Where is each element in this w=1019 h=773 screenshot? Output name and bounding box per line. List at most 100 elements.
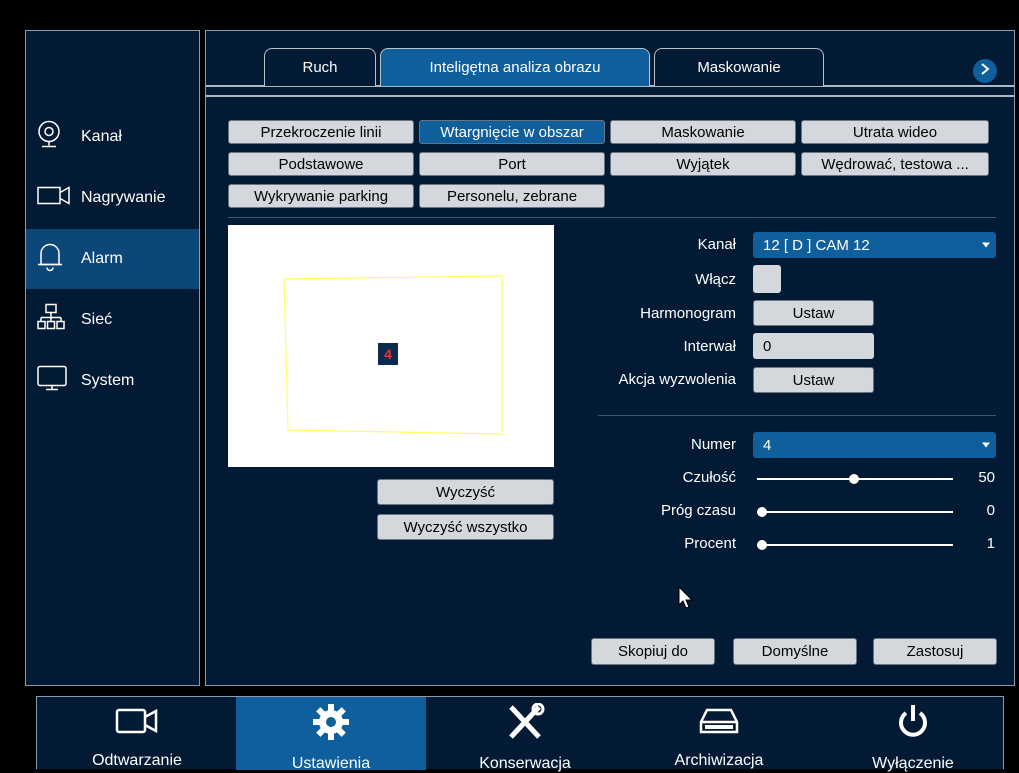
- scroll-right-button[interactable]: [973, 59, 997, 83]
- nav-wylaczenie[interactable]: Wyłączenie: [818, 697, 1008, 772]
- subtab-maskowanie[interactable]: Maskowanie: [610, 120, 796, 144]
- kanal-dropdown[interactable]: 12 [ D ] CAM 12: [753, 232, 996, 258]
- czulosc-label: Czułość: [682, 469, 736, 486]
- wlacz-label: Włącz: [695, 271, 736, 288]
- nav-ustawienia[interactable]: Ustawienia: [236, 697, 426, 772]
- clear-button[interactable]: Wyczyść: [377, 479, 554, 505]
- apply-button[interactable]: Zastosuj: [873, 638, 997, 665]
- gear-icon: [312, 703, 350, 741]
- chevron-down-icon: [982, 242, 990, 248]
- kanal-label: Kanał: [697, 236, 736, 253]
- subtab-label: Port: [498, 155, 526, 173]
- button-label: Wyczyść: [435, 483, 496, 501]
- harmonogram-label: Harmonogram: [640, 305, 736, 322]
- divider: [598, 415, 996, 416]
- tools-icon: [505, 703, 545, 741]
- subtab-label: Maskowanie: [661, 123, 745, 141]
- divider: [228, 217, 996, 218]
- nav-archiwizacja[interactable]: Archiwizacja: [624, 697, 814, 770]
- chevron-right-icon: [980, 62, 990, 80]
- akcja-set-button[interactable]: Ustaw: [753, 367, 874, 393]
- sidebar-item-label: Alarm: [81, 250, 123, 267]
- subtab-wykrywanie-parking[interactable]: Wykrywanie parking: [228, 184, 414, 208]
- zone-number-label: 4: [378, 343, 398, 365]
- sidebar-item-label: Sieć: [81, 311, 113, 328]
- subtab-label: Personelu, zebrane: [446, 187, 578, 205]
- subtab-label: Podstawowe: [278, 155, 364, 173]
- tab-maskowanie[interactable]: Maskowanie: [654, 48, 824, 86]
- button-label: Ustaw: [792, 304, 835, 322]
- slider-knob[interactable]: [757, 540, 767, 550]
- bell-icon: [37, 242, 63, 277]
- sidebar-item-label: Kanał: [81, 128, 122, 145]
- subtab-label: Utrata wideo: [852, 123, 938, 141]
- harmonogram-set-button[interactable]: Ustaw: [753, 300, 874, 326]
- procent-value: 1: [986, 535, 995, 552]
- tab-label: Ruch: [302, 59, 338, 76]
- tab-strip: [206, 85, 1014, 97]
- mouse-cursor-icon: [678, 585, 694, 615]
- czulosc-slider[interactable]: [757, 474, 953, 484]
- subtab-label: Wędrować, testowa ...: [821, 155, 969, 173]
- sidebar-item-label: System: [81, 372, 135, 389]
- subtab-wedrowac[interactable]: Wędrować, testowa ...: [801, 152, 989, 176]
- nav-konserwacja[interactable]: Konserwacja: [430, 697, 620, 772]
- nav-label: Archiwizacja: [674, 752, 764, 769]
- monitor-icon: [37, 365, 67, 397]
- wlacz-checkbox[interactable]: [753, 265, 781, 293]
- tab-label: Maskowanie: [697, 59, 781, 76]
- interwal-value: 0: [763, 337, 772, 355]
- video-preview[interactable]: 4: [228, 225, 554, 467]
- nav-label: Odtwarzanie: [92, 752, 182, 769]
- clear-all-button[interactable]: Wyczyść wszystko: [377, 514, 554, 540]
- procent-label: Procent: [684, 535, 736, 552]
- video-camera-icon: [37, 186, 71, 211]
- defaults-button[interactable]: Domyślne: [733, 638, 857, 665]
- sidebar-item-nagrywanie[interactable]: Nagrywanie: [26, 168, 199, 228]
- subtab-wyjatek[interactable]: Wyjątek: [610, 152, 796, 176]
- nav-odtwarzanie[interactable]: Odtwarzanie: [42, 697, 232, 770]
- prog-czasu-slider[interactable]: [757, 507, 953, 517]
- button-label: Wyczyść wszystko: [403, 518, 528, 536]
- numer-value: 4: [763, 436, 772, 454]
- tab-inteligentna-analiza[interactable]: Inteligętna analiza obrazu: [380, 48, 650, 86]
- button-label: Ustaw: [792, 371, 835, 389]
- bottom-nav: Odtwarzanie Ustawienia Konserwacja Archi…: [36, 696, 1004, 772]
- slider-knob[interactable]: [849, 474, 859, 484]
- zone-number: 4: [384, 346, 392, 362]
- tab-ruch[interactable]: Ruch: [264, 48, 376, 86]
- interwal-label: Interwał: [683, 338, 736, 355]
- chevron-down-icon: [982, 442, 990, 448]
- sidebar-item-siec[interactable]: Sieć: [26, 290, 199, 350]
- camera-lens-icon: [37, 120, 61, 154]
- button-label: Skopiuj do: [617, 643, 689, 660]
- subtab-personelu[interactable]: Personelu, zebrane: [419, 184, 605, 208]
- sidebar-item-system[interactable]: System: [26, 351, 199, 411]
- button-label: Zastosuj: [906, 643, 964, 660]
- subtab-label: Wtargnięcie w obszar: [440, 123, 584, 141]
- nav-label: Wyłączenie: [872, 755, 954, 772]
- video-camera-icon: [115, 703, 159, 738]
- drive-icon: [699, 703, 739, 738]
- numer-dropdown[interactable]: 4: [753, 432, 996, 458]
- czulosc-value: 50: [978, 469, 995, 486]
- subtab-port[interactable]: Port: [419, 152, 605, 176]
- network-icon: [37, 303, 65, 337]
- copy-to-button[interactable]: Skopiuj do: [591, 638, 715, 665]
- subtab-przekroczenie-linii[interactable]: Przekroczenie linii: [228, 120, 414, 144]
- subtab-label: Wykrywanie parking: [253, 187, 389, 205]
- sidebar-item-alarm[interactable]: Alarm: [26, 229, 199, 289]
- button-label: Domyślne: [761, 643, 829, 660]
- numer-label: Numer: [690, 436, 736, 453]
- subtab-podstawowe[interactable]: Podstawowe: [228, 152, 414, 176]
- slider-knob[interactable]: [757, 507, 767, 517]
- sidebar-item-kanal[interactable]: Kanał: [26, 107, 199, 167]
- tab-label: Inteligętna analiza obrazu: [429, 59, 601, 76]
- main-panel: Ruch Inteligętna analiza obrazu Maskowan…: [205, 30, 1015, 686]
- prog-czasu-value: 0: [986, 502, 995, 519]
- subtab-wtargniecie[interactable]: Wtargnięcie w obszar: [419, 120, 605, 144]
- nav-label: Ustawienia: [291, 755, 371, 772]
- subtab-utrata-wideo[interactable]: Utrata wideo: [801, 120, 989, 144]
- interwal-input[interactable]: 0: [753, 333, 874, 359]
- procent-slider[interactable]: [757, 540, 953, 550]
